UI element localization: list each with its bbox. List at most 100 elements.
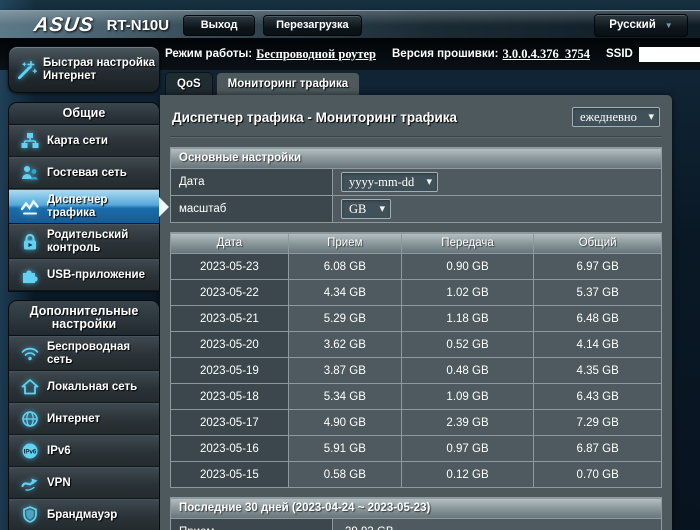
tab-qos[interactable]: QoS xyxy=(165,72,213,95)
summary-table: Последние 30 дней (2023-04-24 ~ 2023-05-… xyxy=(170,497,662,530)
content-area: QoS Мониторинг трафика Диспетчер трафика… xyxy=(160,72,672,530)
sidebar-item-vpn[interactable]: VPN xyxy=(9,467,159,499)
traffic-total: 0.70 GB xyxy=(534,462,662,488)
traffic-download: 4.90 GB xyxy=(288,410,401,436)
title-row: Диспетчер трафика - Мониторинг трафика е… xyxy=(170,104,662,137)
page-title: Диспетчер трафика - Мониторинг трафика xyxy=(172,110,457,125)
guest-network-icon xyxy=(13,163,47,183)
traffic-row: 2023-05-22 4.34 GB 1.02 GB 5.37 GB xyxy=(171,280,662,306)
traffic-row: 2023-05-16 5.91 GB 0.97 GB 6.87 GB xyxy=(171,436,662,462)
traffic-download: 5.91 GB xyxy=(288,436,401,462)
summary-title: Последние 30 дней (2023-04-24 ~ 2023-05-… xyxy=(171,498,662,519)
sidebar-item-wan[interactable]: Интернет xyxy=(9,403,159,435)
date-select[interactable]: yyyy-mm-dd xyxy=(341,172,438,192)
col-upload: Передача xyxy=(401,233,534,254)
mode-link[interactable]: Беспроводной роутер xyxy=(256,47,376,62)
sidebar-item-wireless[interactable]: Беспроводная сеть xyxy=(9,336,159,371)
traffic-total: 7.29 GB xyxy=(534,410,662,436)
traffic-row: 2023-05-23 6.08 GB 0.90 GB 6.97 GB xyxy=(171,254,662,280)
traffic-date: 2023-05-19 xyxy=(171,358,289,384)
firmware-label: Версия прошивки: xyxy=(392,48,498,60)
tab-bar: QoS Мониторинг трафика xyxy=(165,72,672,95)
sidebar-item-traffic-manager[interactable]: Диспетчер трафика xyxy=(9,189,159,224)
traffic-total: 6.43 GB xyxy=(534,384,662,410)
traffic-upload: 0.52 GB xyxy=(401,332,534,358)
chevron-down-icon: ▼ xyxy=(665,21,673,30)
summary-download-value: 39.93 GB xyxy=(333,519,662,530)
ssid-label: SSID xyxy=(606,48,633,60)
group-title-advanced: Дополнительные настройки xyxy=(9,301,159,336)
traffic-download: 4.34 GB xyxy=(288,280,401,306)
sidebar-item-guest-network[interactable]: Гостевая сеть xyxy=(9,157,159,189)
sidebar-item-usb-application[interactable]: USB-приложение xyxy=(9,259,159,291)
traffic-download: 3.87 GB xyxy=(288,358,401,384)
traffic-monitor-panel: Диспетчер трафика - Мониторинг трафика е… xyxy=(160,95,672,530)
col-date: Дата xyxy=(171,233,289,254)
basic-settings-table: Основные настройки Дата yyyy-mm-dd масшт… xyxy=(170,147,662,223)
traffic-date: 2023-05-17 xyxy=(171,410,289,436)
asus-logo: ASUS xyxy=(32,14,95,37)
traffic-upload: 0.48 GB xyxy=(401,358,534,384)
network-map-icon xyxy=(13,131,47,151)
date-select-wrapper: yyyy-mm-dd xyxy=(341,172,438,192)
router-admin-screen: ASUS RT-N10U Выход Перезагрузка Русский … xyxy=(0,0,700,530)
traffic-upload: 1.18 GB xyxy=(401,306,534,332)
group-title-general: Общие xyxy=(9,103,159,125)
sidebar-item-firewall[interactable]: Брандмауэр xyxy=(9,499,159,530)
nav-group-general: Общие Карта сети Гостевая сеть Диспетчер… xyxy=(8,102,160,292)
wireless-icon xyxy=(13,344,47,364)
period-select[interactable]: ежедневно xyxy=(572,107,660,127)
traffic-download: 5.29 GB xyxy=(288,306,401,332)
traffic-download: 5.34 GB xyxy=(288,384,401,410)
parental-control-icon xyxy=(13,232,47,252)
scale-select-wrapper: GB xyxy=(341,199,391,219)
status-text: Режим работы: Беспроводной роутер Версия… xyxy=(165,47,700,62)
traffic-download: 6.08 GB xyxy=(288,254,401,280)
basic-settings-header: Основные настройки xyxy=(171,148,662,169)
logout-button[interactable]: Выход xyxy=(183,15,255,36)
traffic-total: 5.37 GB xyxy=(534,280,662,306)
traffic-date: 2023-05-21 xyxy=(171,306,289,332)
traffic-total: 6.48 GB xyxy=(534,306,662,332)
traffic-row: 2023-05-15 0.58 GB 0.12 GB 0.70 GB xyxy=(171,462,662,488)
sidebar-item-parental-control[interactable]: Родительский контроль xyxy=(9,224,159,259)
date-label: Дата xyxy=(171,169,333,196)
scale-value-cell: GB xyxy=(333,196,662,223)
reboot-button[interactable]: Перезагрузка xyxy=(263,15,362,36)
firmware-link[interactable]: 3.0.0.4.376_3754 xyxy=(502,47,590,62)
router-model: RT-N10U xyxy=(107,17,170,34)
svg-text:IPv6: IPv6 xyxy=(24,449,37,456)
traffic-upload: 1.09 GB xyxy=(401,384,534,410)
summary-header: Последние 30 дней (2023-04-24 ~ 2023-05-… xyxy=(171,498,662,519)
date-value-cell: yyyy-mm-dd xyxy=(333,169,662,196)
traffic-date: 2023-05-22 xyxy=(171,280,289,306)
traffic-upload: 2.39 GB xyxy=(401,410,534,436)
traffic-download: 3.62 GB xyxy=(288,332,401,358)
traffic-date: 2023-05-15 xyxy=(171,462,289,488)
language-dropdown[interactable]: Русский ▼ xyxy=(594,14,688,37)
traffic-total: 4.14 GB xyxy=(534,332,662,358)
traffic-total: 6.97 GB xyxy=(534,254,662,280)
sidebar-item-lan[interactable]: Локальная сеть xyxy=(9,371,159,403)
sidebar-item-network-map[interactable]: Карта сети xyxy=(9,125,159,157)
summary-download-label: Прием xyxy=(171,519,333,530)
traffic-date: 2023-05-18 xyxy=(171,384,289,410)
tab-traffic-monitor[interactable]: Мониторинг трафика xyxy=(216,72,361,95)
mode-label: Режим работы: xyxy=(165,48,252,60)
basic-settings-title: Основные настройки xyxy=(171,148,662,169)
period-select-wrapper: ежедневно xyxy=(572,107,660,127)
setting-row-scale: масштаб GB xyxy=(171,196,662,223)
quick-setup-label: Быстрая настройкаИнтернет xyxy=(43,57,155,82)
traffic-row: 2023-05-20 3.62 GB 0.52 GB 4.14 GB xyxy=(171,332,662,358)
traffic-date: 2023-05-20 xyxy=(171,332,289,358)
quick-setup-button[interactable]: Быстрая настройкаИнтернет xyxy=(8,46,160,93)
traffic-date: 2023-05-23 xyxy=(171,254,289,280)
traffic-row: 2023-05-17 4.90 GB 2.39 GB 7.29 GB xyxy=(171,410,662,436)
col-download: Прием xyxy=(288,233,401,254)
vpn-icon xyxy=(13,473,47,493)
lan-icon xyxy=(13,377,47,397)
traffic-row: 2023-05-18 5.34 GB 1.09 GB 6.43 GB xyxy=(171,384,662,410)
sidebar-item-ipv6[interactable]: IPv6 IPv6 xyxy=(9,435,159,467)
ssid-redacted-box xyxy=(639,47,700,62)
scale-select[interactable]: GB xyxy=(341,199,391,219)
